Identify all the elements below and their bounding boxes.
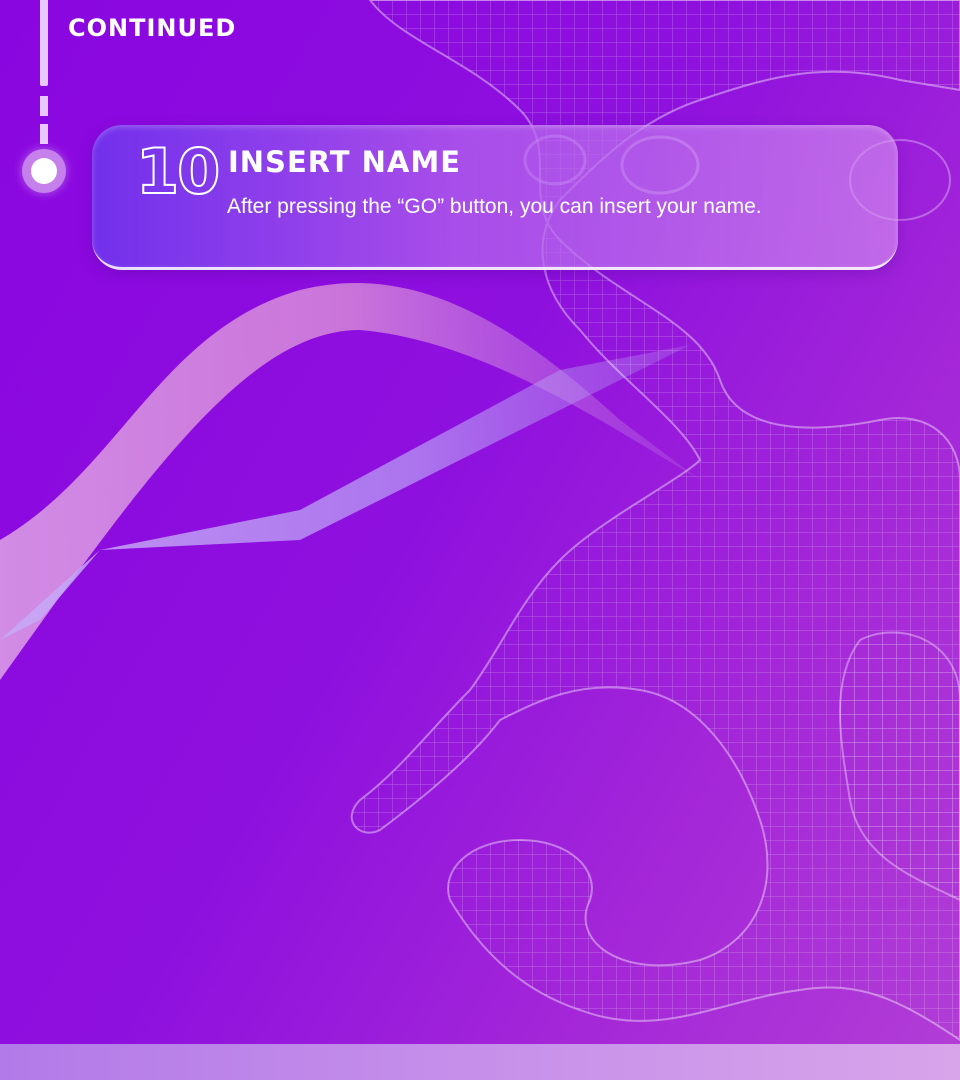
step-description: After pressing the “GO” button, you can …	[227, 195, 762, 218]
timeline-dash	[40, 124, 48, 144]
timeline-node-icon	[22, 149, 66, 193]
timeline-node-center	[31, 158, 57, 184]
timeline-dash	[40, 96, 48, 116]
footer-band	[0, 1044, 960, 1080]
step-title: INSERT NAME	[228, 145, 462, 179]
step-number: 10	[135, 134, 221, 209]
step-card: 10 INSERT NAME After pressing the “GO” b…	[92, 125, 898, 270]
timeline-rail	[40, 0, 48, 86]
section-label: CONTINUED	[68, 14, 237, 42]
